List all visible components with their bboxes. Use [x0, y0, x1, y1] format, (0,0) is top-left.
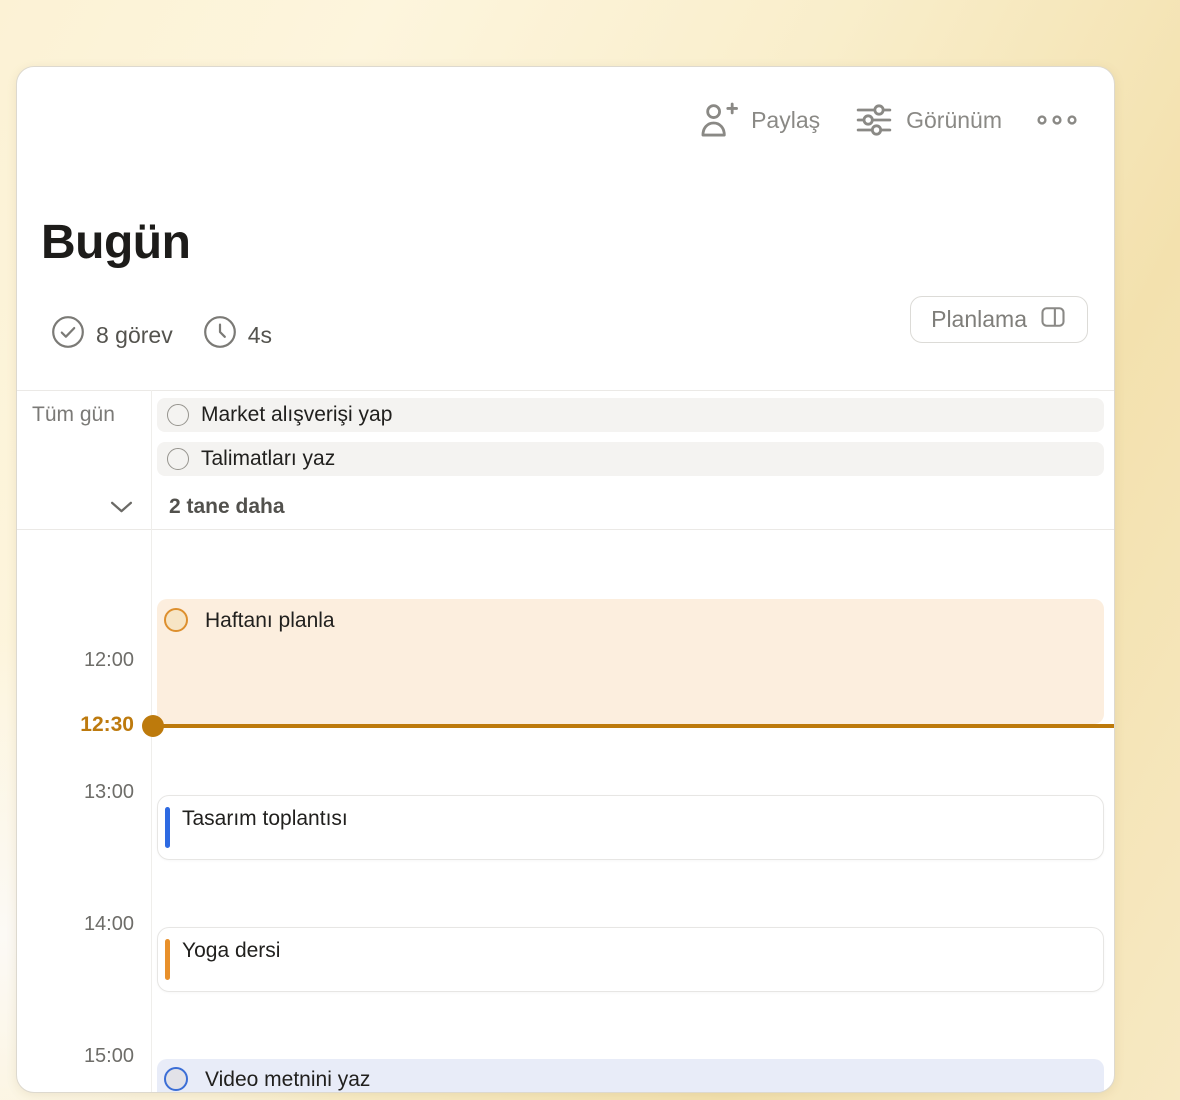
today-view-panel: Paylaş Görünüm [16, 66, 1115, 1093]
time-gutter-line [151, 390, 152, 1092]
current-time-dot [142, 715, 164, 737]
planning-button[interactable]: Planlama [910, 296, 1088, 343]
event-color-bar [165, 807, 170, 848]
event-title: Yoga dersi [182, 938, 280, 963]
scheduled-task-video-metnini-yaz[interactable]: Video metnini yaz [157, 1059, 1104, 1093]
current-time-line [153, 724, 1115, 728]
scheduled-task-haftani-planla[interactable]: Haftanı planla [157, 599, 1104, 724]
hour-label: 12:00 [25, 649, 134, 672]
task-checkbox[interactable] [167, 404, 189, 426]
stats-row: 8 görev 4s [51, 315, 272, 355]
task-count-stat: 8 görev [51, 315, 173, 355]
task-title: Talimatları yaz [201, 447, 335, 471]
hour-label: 13:00 [25, 781, 134, 804]
task-title: Video metnini yaz [205, 1067, 370, 1092]
allday-label: Tüm gün [32, 403, 115, 427]
view-options-button-label: Görünüm [906, 107, 1002, 134]
share-button[interactable]: Paylaş [697, 99, 820, 141]
event-color-bar [165, 939, 170, 980]
task-checkbox[interactable] [164, 608, 188, 632]
event-title: Tasarım toplantısı [182, 806, 348, 831]
current-time-label: 12:30 [25, 713, 134, 737]
show-more-tasks-button[interactable]: 2 tane daha [169, 495, 285, 519]
calendar-event-tasarim-toplantisi[interactable]: Tasarım toplantısı [157, 795, 1104, 860]
split-panel-icon [1039, 303, 1067, 337]
check-circle-icon [51, 315, 85, 355]
allday-bottom-divider [17, 529, 1114, 530]
allday-top-divider [17, 390, 1114, 391]
sliders-icon [854, 100, 894, 140]
duration-stat: 4s [203, 315, 272, 355]
allday-task-row[interactable]: Market alışverişi yap [157, 398, 1104, 432]
app-background: Paylaş Görünüm [0, 0, 1180, 1100]
clock-icon [203, 315, 237, 355]
task-checkbox[interactable] [164, 1067, 188, 1091]
task-checkbox[interactable] [167, 448, 189, 470]
header-actions: Paylaş Görünüm [697, 99, 1078, 141]
hour-label: 14:00 [25, 913, 134, 936]
page-title: Bugün [41, 215, 190, 270]
person-plus-icon [697, 99, 739, 141]
task-count-label: 8 görev [96, 322, 173, 349]
calendar-event-yoga-dersi[interactable]: Yoga dersi [157, 927, 1104, 992]
task-title: Market alışverişi yap [201, 403, 392, 427]
share-button-label: Paylaş [751, 107, 820, 134]
chevron-down-icon [109, 503, 134, 518]
collapse-allday-button[interactable] [109, 499, 134, 518]
ellipsis-icon [1036, 108, 1078, 132]
hour-label: 15:00 [25, 1045, 134, 1068]
task-title: Haftanı planla [205, 608, 335, 633]
allday-task-row[interactable]: Talimatları yaz [157, 442, 1104, 476]
planning-button-label: Planlama [931, 306, 1027, 333]
view-options-button[interactable]: Görünüm [854, 100, 1002, 140]
duration-label: 4s [248, 322, 272, 349]
more-options-button[interactable] [1036, 108, 1078, 132]
